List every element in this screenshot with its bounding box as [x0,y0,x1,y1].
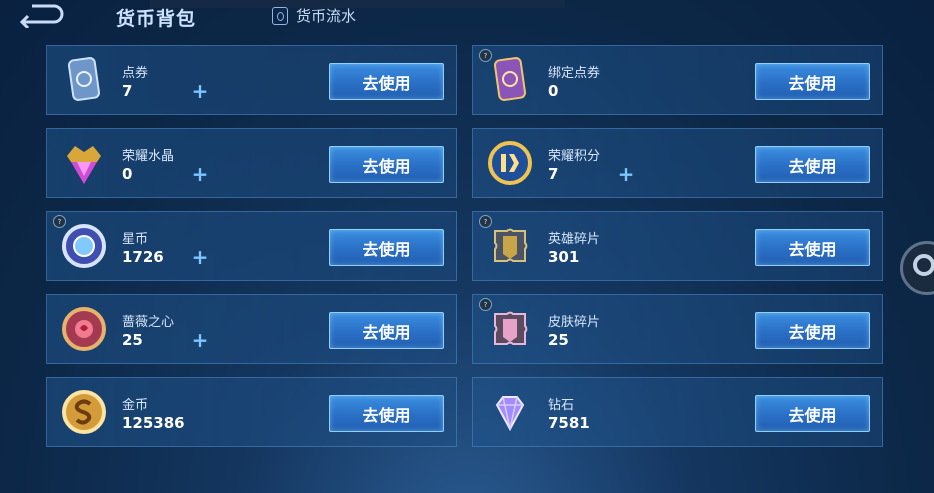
currency-amount: 125386 [122,414,185,432]
currency-amount: 0 [122,165,133,183]
currency-amount: 7 [548,165,559,183]
star-coin-icon [62,224,106,268]
currency-amount: 301 [548,248,580,266]
add-currency-button[interactable]: + [188,329,212,351]
currency-flow-link[interactable]: 货币流水 [272,5,356,26]
currency-flow-label: 货币流水 [296,7,357,25]
currency-amount: 1726 [122,248,164,266]
page-title: 货币背包 [116,8,197,30]
add-currency-button[interactable]: + [188,163,212,185]
gold-coin-icon [62,390,106,434]
hero-fragment-icon [494,228,528,262]
use-button[interactable]: 去使用 [329,63,444,100]
skin-fragment-icon [494,311,528,345]
currency-card: 蔷薇之心 25 + 去使用 [46,294,457,364]
use-button[interactable]: 去使用 [755,146,870,183]
header-bar: 货币背包 货币流水 [0,0,934,40]
currency-name: 荣耀积分 [548,149,601,164]
currency-card: 荣耀水晶 0 + 去使用 [46,128,457,198]
use-button[interactable]: 去使用 [329,312,444,349]
bound-coupon-card-icon [493,57,527,101]
use-button[interactable]: 去使用 [755,229,870,266]
currency-grid: 点券 7 + 去使用 ? 绑定点券 0 去使用 荣耀水晶 0 + 去使用 荣耀积… [46,45,883,447]
use-button[interactable]: 去使用 [329,229,444,266]
add-currency-button[interactable]: + [188,80,212,102]
currency-name: 星币 [122,232,149,247]
currency-amount: 7581 [548,414,590,432]
use-button[interactable]: 去使用 [329,395,444,432]
use-button[interactable]: 去使用 [755,395,870,432]
use-button[interactable]: 去使用 [329,146,444,183]
currency-amount: 25 [548,331,569,349]
currency-card: ? 皮肤碎片 25 去使用 [472,294,883,364]
add-currency-button[interactable]: + [614,163,638,185]
use-button[interactable]: 去使用 [755,312,870,349]
currency-name: 点券 [122,66,149,81]
currency-amount: 0 [548,82,559,100]
glory-points-icon [488,141,532,185]
currency-card: 钻石 7581 去使用 [472,377,883,447]
currency-name: 金币 [122,398,149,413]
currency-name: 荣耀水晶 [122,149,175,164]
currency-card: ? 英雄碎片 301 去使用 [472,211,883,281]
rose-heart-icon [62,307,106,351]
side-settings-button[interactable] [900,241,934,295]
add-currency-button[interactable]: + [188,246,212,268]
currency-name: 钻石 [548,398,575,413]
currency-card: 荣耀积分 7 + 去使用 [472,128,883,198]
currency-name: 绑定点券 [548,66,601,81]
currency-card: ? 绑定点券 0 去使用 [472,45,883,115]
currency-amount: 25 [122,331,143,349]
glory-crystal-icon [67,146,101,184]
currency-name: 英雄碎片 [548,232,601,247]
use-button[interactable]: 去使用 [755,63,870,100]
currency-name: 蔷薇之心 [122,315,175,330]
flow-record-icon [272,6,288,25]
coupon-card-icon [67,57,101,101]
currency-card: 点券 7 + 去使用 [46,45,457,115]
currency-amount: 7 [122,82,133,100]
currency-card: 金币 125386 去使用 [46,377,457,447]
currency-name: 皮肤碎片 [548,315,601,330]
diamond-icon [495,396,525,432]
back-arrow-icon[interactable] [14,2,64,28]
currency-card: ? 星币 1726 + 去使用 [46,211,457,281]
